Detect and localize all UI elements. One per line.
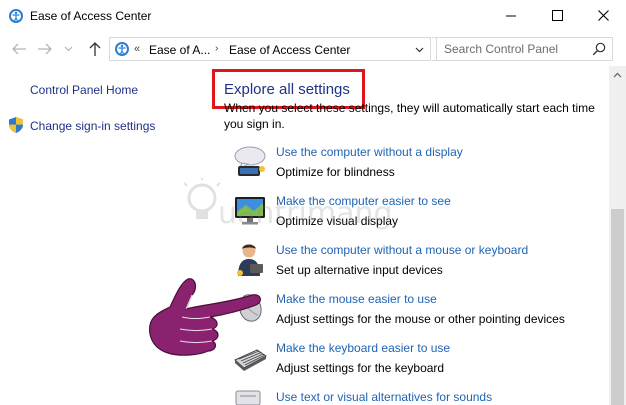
sound-text-icon <box>235 390 261 405</box>
chevron-down-icon <box>64 46 72 52</box>
shield-icon <box>9 117 23 133</box>
close-icon <box>597 9 609 21</box>
minimize-icon <box>505 15 516 16</box>
ease-of-access-icon <box>115 42 129 56</box>
lightbulb-icon <box>183 178 221 219</box>
link-use-text-or-visual-alternatives-for-sounds[interactable]: Use text or visual alternatives for soun… <box>276 390 492 404</box>
link-make-keyboard-easier-to-use[interactable]: Make the keyboard easier to use <box>276 341 450 355</box>
desc-optimize-for-blindness: Optimize for blindness <box>276 165 395 179</box>
title-bar: Ease of Access Center <box>0 0 626 32</box>
breadcrumb-item-ease-of-access[interactable]: Ease of A... <box>149 43 210 57</box>
scrollbar-thumb[interactable] <box>611 209 624 405</box>
link-make-mouse-easier-to-use[interactable]: Make the mouse easier to use <box>276 292 437 306</box>
breadcrumb-overflow[interactable]: « <box>134 43 140 55</box>
search-input[interactable] <box>437 38 587 60</box>
link-use-computer-without-display[interactable]: Use the computer without a display <box>276 145 463 159</box>
chevron-down-icon <box>415 47 423 53</box>
address-bar[interactable]: « Ease of A... › Ease of Access Center <box>109 37 431 61</box>
maximize-button[interactable] <box>534 0 580 30</box>
arrow-right-icon <box>38 43 52 55</box>
recent-locations-button[interactable] <box>62 40 74 58</box>
breadcrumb-item-ease-of-access-center[interactable]: Ease of Access Center <box>229 43 350 57</box>
page-description: When you select these settings, they wil… <box>224 101 595 131</box>
scroll-up-button[interactable] <box>609 66 626 83</box>
monitor-icon <box>235 197 265 225</box>
navigation-bar: « Ease of A... › Ease of Access Center <box>0 32 626 66</box>
sidebar-item-change-sign-in-settings[interactable]: Change sign-in settings <box>30 119 155 133</box>
search-box[interactable] <box>436 37 613 61</box>
desc-optimize-visual-display: Optimize visual display <box>276 214 399 228</box>
forward-button[interactable] <box>36 40 54 58</box>
close-button[interactable] <box>580 0 626 30</box>
desc-adjust-mouse-settings: Adjust settings for the mouse or other p… <box>276 312 565 326</box>
arrow-left-icon <box>12 43 26 55</box>
window-title: Ease of Access Center <box>30 9 152 23</box>
back-button[interactable] <box>10 40 28 58</box>
chevron-up-icon <box>613 72 622 77</box>
ease-of-access-icon <box>9 9 23 23</box>
desc-set-up-alternative-input-devices: Set up alternative input devices <box>276 263 443 277</box>
vertical-scrollbar[interactable] <box>609 66 626 405</box>
display-speech-icon <box>234 146 266 176</box>
link-make-computer-easier-to-see[interactable]: Make the computer easier to see <box>276 194 451 208</box>
maximize-icon <box>551 9 563 21</box>
person-icon <box>237 244 263 276</box>
arrow-up-icon <box>89 42 101 56</box>
address-dropdown-button[interactable] <box>412 44 426 56</box>
minimize-button[interactable] <box>488 0 534 30</box>
sidebar-item-control-panel-home[interactable]: Control Panel Home <box>30 83 138 97</box>
page-title: Explore all settings <box>224 81 350 98</box>
up-button[interactable] <box>86 40 104 58</box>
link-use-computer-without-mouse-or-keyboard[interactable]: Use the computer without a mouse or keyb… <box>276 243 528 257</box>
search-icon[interactable] <box>592 42 606 56</box>
desc-adjust-keyboard-settings: Adjust settings for the keyboard <box>276 361 445 375</box>
pointing-hand-icon <box>149 278 261 356</box>
watermark-logo: uantrimang <box>178 178 393 248</box>
breadcrumb-separator[interactable]: › <box>215 43 218 54</box>
